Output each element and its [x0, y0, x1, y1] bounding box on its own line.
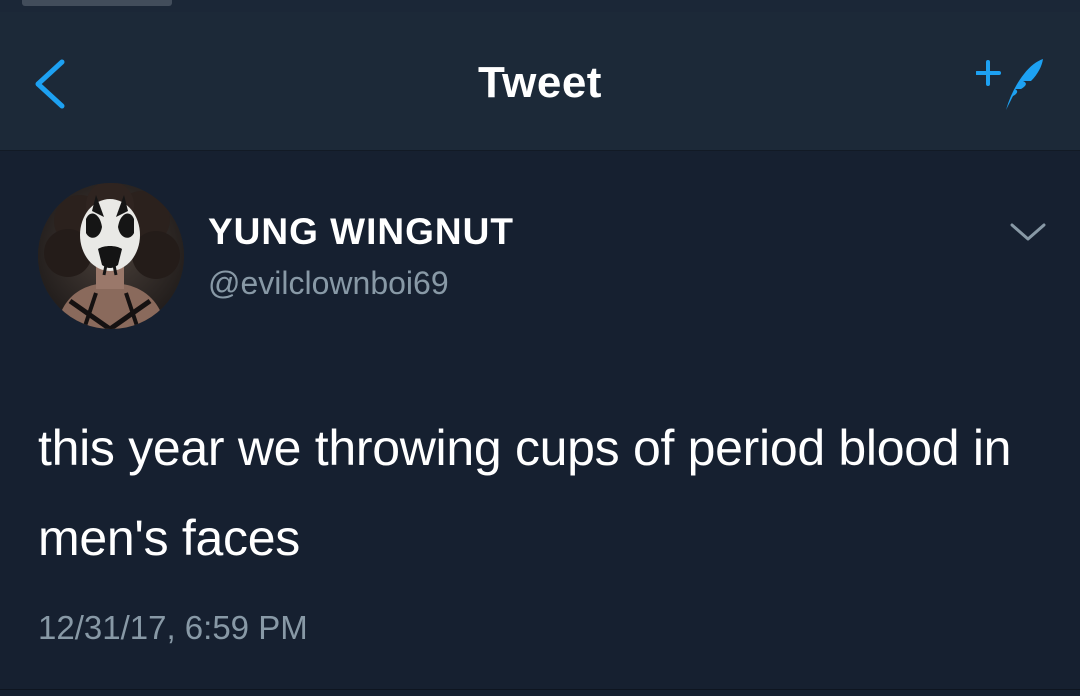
tweet-text: this year we throwing cups of period blo… [38, 420, 1012, 566]
compose-tweet-icon [975, 59, 1043, 110]
navigation-bar: Tweet [0, 12, 1080, 151]
chevron-down-icon [1010, 223, 1046, 241]
avatar-photo [38, 183, 184, 329]
compose-tweet-button[interactable] [975, 52, 1046, 118]
tweet-timestamp[interactable]: 12/31/17, 6:59 PM [38, 609, 308, 647]
page-title: Tweet [478, 58, 602, 107]
tweet-detail-screen: Tweet YUNG WINGNUT @evilclownboi69 this … [0, 0, 1080, 696]
display-name[interactable]: YUNG WINGNUT [208, 211, 514, 253]
status-bar-text-fragment [22, 0, 172, 6]
status-bar [0, 0, 1080, 12]
tweet-menu-button[interactable] [1006, 217, 1050, 245]
avatar[interactable] [38, 183, 184, 329]
user-handle[interactable]: @evilclownboi69 [208, 265, 449, 302]
divider [0, 689, 1080, 690]
tweet-card: YUNG WINGNUT @evilclownboi69 this year w… [0, 151, 1080, 696]
